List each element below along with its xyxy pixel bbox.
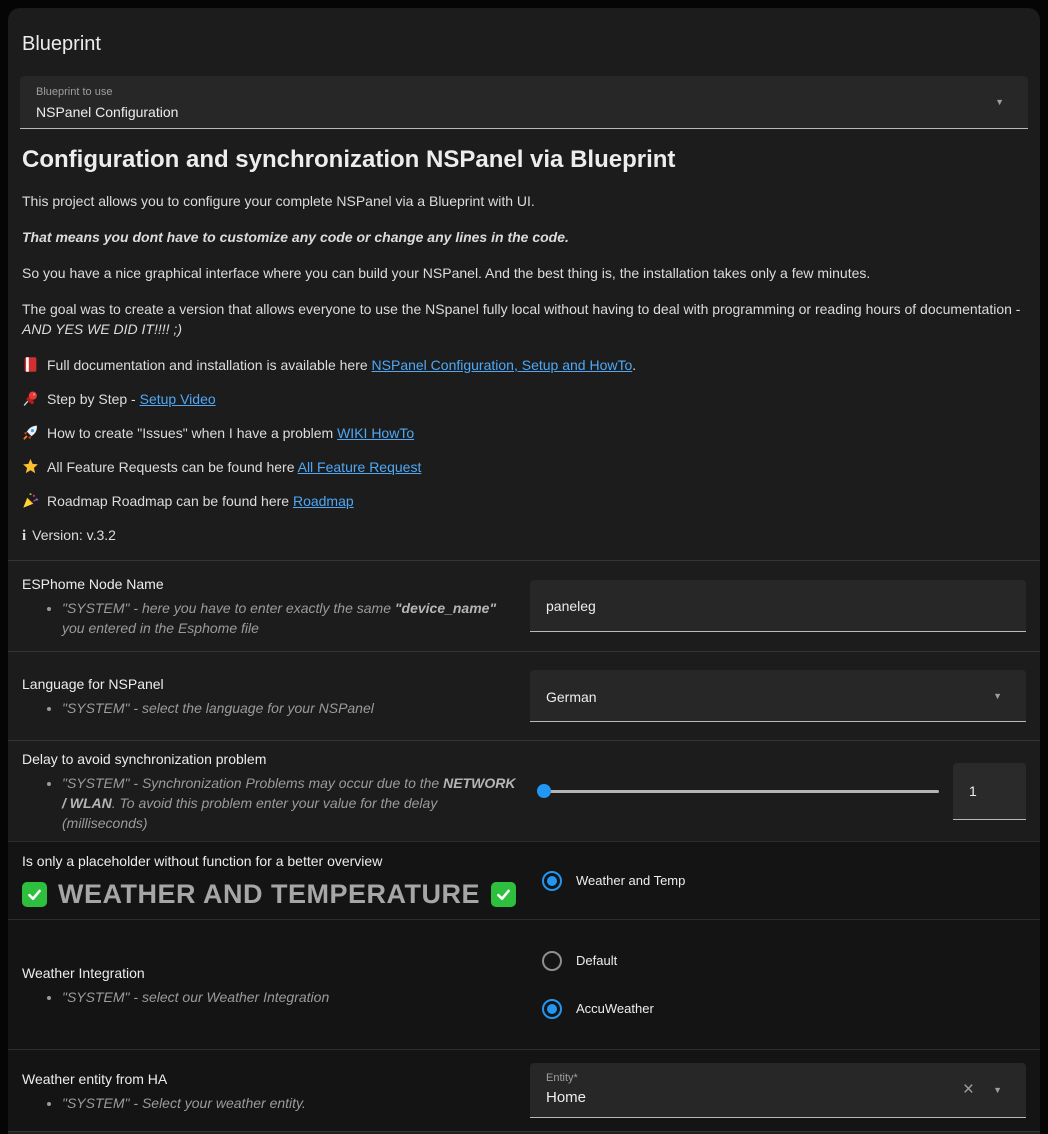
delay-label: Delay to avoid synchronization problem — [22, 749, 516, 769]
pushpin-icon — [22, 390, 39, 407]
blueprint-select[interactable]: Blueprint to use NSPanel Configuration ▼ — [20, 76, 1028, 129]
radio-unselected-icon[interactable] — [542, 951, 562, 971]
feature-request-line: All Feature Requests can be found here A… — [22, 457, 1026, 477]
intro-paragraph-3: So you have a nice graphical interface w… — [22, 263, 1026, 283]
check-mark-icon — [491, 882, 516, 907]
esphome-node-name-input[interactable] — [546, 598, 1010, 614]
esphome-description: "SYSTEM" - here you have to enter exactl… — [62, 598, 516, 638]
wiki-howto-line: How to create "Issues" when I have a pro… — [22, 423, 1026, 443]
delay-description: "SYSTEM" - Synchronization Problems may … — [62, 773, 516, 833]
radio-selected-icon[interactable] — [542, 871, 562, 891]
entity-field-value: Home — [546, 1088, 936, 1108]
blueprint-card: Blueprint Blueprint to use NSPanel Confi… — [8, 8, 1040, 1134]
roadmap-line: Roadmap Roadmap can be found here Roadma… — [22, 491, 1026, 511]
placeholder-big-text: WEATHER AND TEMPERATURE — [58, 878, 480, 910]
blueprint-select-label: Blueprint to use — [36, 85, 988, 99]
integration-description: "SYSTEM" - select our Weather Integratio… — [62, 987, 516, 1007]
blueprint-select-value: NSPanel Configuration — [36, 102, 988, 122]
setup-video-link[interactable]: Setup Video — [140, 391, 216, 407]
delay-slider-track[interactable] — [538, 790, 939, 793]
version-text: Version: v.3.2 — [32, 527, 116, 543]
feature-request-prefix: All Feature Requests can be found here — [47, 459, 298, 475]
check-mark-icon — [22, 882, 47, 907]
roadmap-prefix: Roadmap Roadmap can be found here — [47, 493, 293, 509]
row-weather-integration: Weather Integration "SYSTEM" - select ou… — [8, 919, 1040, 1049]
setup-video-prefix: Step by Step - — [47, 391, 140, 407]
entity-label: Weather entity from HA — [22, 1069, 516, 1089]
row-language: Language for NSPanel "SYSTEM" - select t… — [8, 651, 1040, 740]
weather-entity-picker[interactable]: Entity* Home × ▼ — [530, 1063, 1026, 1118]
row-weather-entity: Weather entity from HA "SYSTEM" - Select… — [8, 1049, 1040, 1131]
info-icon: i — [22, 528, 26, 544]
delay-number-wrap — [953, 763, 1026, 820]
book-icon — [22, 356, 39, 373]
esphome-label: ESPhome Node Name — [22, 574, 516, 594]
doc-link-prefix: Full documentation and installation is a… — [47, 357, 372, 373]
entity-description: "SYSTEM" - Select your weather entity. — [62, 1093, 516, 1113]
radio-weather-and-temp[interactable]: Weather and Temp — [530, 871, 1026, 891]
intro-heading: Configuration and synchronization NSPane… — [22, 145, 1026, 175]
intro-paragraph-2: That means you dont have to customize an… — [22, 227, 1026, 247]
language-select[interactable]: German ▼ — [530, 670, 1026, 722]
rocket-icon — [22, 424, 39, 441]
star-icon — [22, 458, 39, 475]
setup-video-line: Step by Step - Setup Video — [22, 389, 1026, 409]
integration-label: Weather Integration — [22, 963, 516, 983]
language-label: Language for NSPanel — [22, 674, 516, 694]
clear-icon[interactable]: × — [963, 1079, 974, 1101]
esphome-node-name-input-wrap — [530, 580, 1026, 632]
row-delay: Delay to avoid synchronization problem "… — [8, 740, 1040, 841]
page-title: Blueprint — [8, 8, 1040, 56]
doc-link[interactable]: NSPanel Configuration, Setup and HowTo — [372, 357, 633, 373]
language-select-value: German — [546, 687, 597, 707]
intro-paragraph-4-emphasis: AND YES WE DID IT!!!! ;) — [22, 321, 182, 337]
row-weather-placeholder: Is only a placeholder without function f… — [8, 841, 1040, 919]
version-line: i Version: v.3.2 — [22, 525, 1026, 546]
delay-slider[interactable] — [538, 784, 939, 798]
delay-number-input[interactable] — [969, 783, 1026, 799]
roadmap-link[interactable]: Roadmap — [293, 493, 354, 509]
chevron-down-icon: ▼ — [993, 691, 1002, 701]
intro-section: Configuration and synchronization NSPane… — [8, 145, 1040, 546]
chevron-down-icon: ▼ — [995, 97, 1004, 107]
doc-link-line: Full documentation and installation is a… — [22, 355, 1026, 375]
doc-link-suffix: . — [632, 357, 636, 373]
radio-selected-icon[interactable] — [542, 999, 562, 1019]
delay-slider-thumb[interactable] — [537, 784, 551, 798]
language-description: "SYSTEM" - select the language for your … — [62, 698, 516, 718]
feature-request-link[interactable]: All Feature Request — [298, 459, 422, 475]
wiki-howto-prefix: How to create "Issues" when I have a pro… — [47, 425, 337, 441]
chevron-down-icon: ▼ — [993, 1085, 1002, 1095]
intro-paragraph-1: This project allows you to configure you… — [22, 191, 1026, 211]
row-esphome-node-name: ESPhome Node Name "SYSTEM" - here you ha… — [8, 560, 1040, 651]
intro-paragraph-4-text: The goal was to create a version that al… — [22, 301, 1020, 317]
entity-field-label: Entity* — [546, 1071, 936, 1085]
placeholder-label: Is only a placeholder without function f… — [22, 851, 516, 871]
party-popper-icon — [22, 492, 39, 509]
radio-accuweather[interactable]: AccuWeather — [530, 999, 1026, 1019]
radio-default[interactable]: Default — [530, 951, 1026, 971]
wiki-howto-link[interactable]: WIKI HowTo — [337, 425, 414, 441]
intro-paragraph-4: The goal was to create a version that al… — [22, 299, 1026, 339]
